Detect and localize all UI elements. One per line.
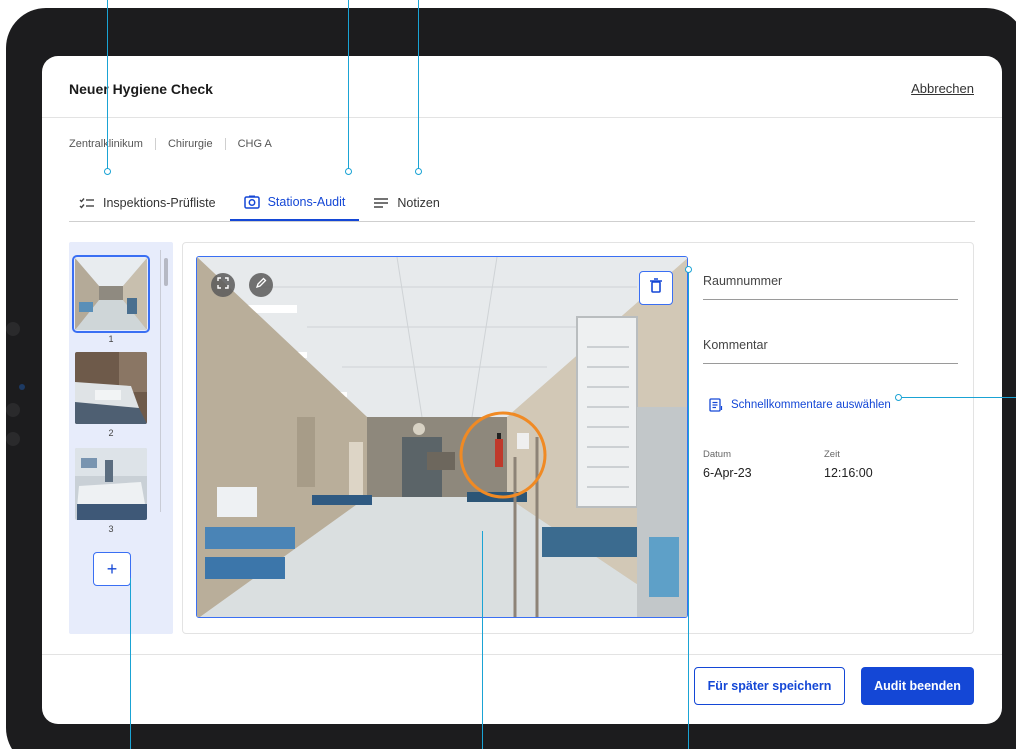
callout-dot <box>104 168 111 175</box>
app-screen: Neuer Hygiene Check Abbrechen Zentralkli… <box>42 56 1002 724</box>
callout-line <box>418 0 419 170</box>
photo-thumbnail[interactable] <box>75 448 147 520</box>
photo-thumbnail-panel: 1 2 3 + <box>69 242 173 634</box>
camera-icon <box>243 195 260 209</box>
breadcrumb-item[interactable]: CHG A <box>238 138 272 150</box>
notes-icon <box>373 197 389 209</box>
breadcrumb-item[interactable]: Chirurgie <box>168 138 213 150</box>
header-bar: Neuer Hygiene Check Abbrechen <box>42 56 1002 118</box>
device-side-button <box>6 322 20 336</box>
fullscreen-icon <box>217 276 229 294</box>
callout-line <box>348 0 349 170</box>
breadcrumb: Zentralklinikum Chirurgie CHG A <box>69 138 272 150</box>
add-photo-button[interactable]: + <box>93 552 131 586</box>
tab-notizen[interactable]: Notizen <box>359 184 453 221</box>
trash-icon <box>649 277 663 299</box>
callout-dot <box>415 168 422 175</box>
tab-inspektions-pruefliste[interactable]: Inspektions-Prüfliste <box>69 184 230 221</box>
callout-line <box>688 270 689 749</box>
footer-bar: Für später speichern Audit beenden <box>42 654 1002 724</box>
breadcrumb-separator <box>224 138 226 150</box>
tab-label: Stations-Audit <box>267 194 346 209</box>
time-value: 12:16:00 <box>824 466 873 480</box>
device-side-button <box>6 403 20 417</box>
bed-thumbnail-image <box>75 352 147 424</box>
audit-photo[interactable] <box>196 256 688 618</box>
time-label: Zeit <box>824 449 840 460</box>
date-value: 6-Apr-23 <box>703 466 752 480</box>
callout-line <box>130 578 131 749</box>
date-label: Datum <box>703 449 731 460</box>
device-side-button <box>6 432 20 446</box>
thumbnail-scroll-track <box>160 250 161 512</box>
tab-label: Notizen <box>397 195 440 210</box>
breadcrumb-item[interactable]: Zentralklinikum <box>69 138 143 150</box>
quick-comments-button[interactable]: Schnellkommentare auswählen <box>709 398 891 412</box>
callout-line <box>482 531 483 749</box>
comment-input[interactable] <box>703 338 958 352</box>
room-number-field[interactable] <box>703 272 958 300</box>
tab-label: Inspektions-Prüfliste <box>103 195 216 210</box>
finish-audit-button[interactable]: Audit beenden <box>861 667 974 705</box>
checklist-icon <box>79 197 95 209</box>
quick-comments-label: Schnellkommentare auswählen <box>731 399 891 411</box>
callout-line <box>902 397 1016 398</box>
tablet-device: Neuer Hygiene Check Abbrechen Zentralkli… <box>6 8 1016 749</box>
callout-dot <box>895 394 902 401</box>
room-number-input[interactable] <box>703 274 958 288</box>
edit-photo-button[interactable] <box>249 273 273 297</box>
tab-bar: Inspektions-Prüfliste Stations-Audit Not… <box>69 184 975 222</box>
photo-thumbnail[interactable] <box>72 255 150 333</box>
photo-thumbnail[interactable] <box>75 352 147 424</box>
breadcrumb-separator <box>154 138 156 150</box>
thumbnail-number: 3 <box>108 524 114 534</box>
comment-field[interactable] <box>703 336 958 364</box>
callout-line <box>107 0 108 170</box>
thumbnail-number: 2 <box>108 428 114 438</box>
tab-stations-audit[interactable]: Stations-Audit <box>229 184 360 221</box>
thumbnail-scrollbar[interactable] <box>164 258 168 286</box>
fullscreen-button[interactable] <box>211 273 235 297</box>
device-camera <box>19 384 25 390</box>
comment-list-icon <box>709 398 723 412</box>
callout-dot <box>685 266 692 273</box>
bed-thumbnail-image <box>75 448 147 520</box>
delete-photo-button[interactable] <box>639 271 673 305</box>
hospital-corridor-image <box>197 257 687 617</box>
thumbnail-number: 1 <box>108 334 114 344</box>
callout-dot <box>345 168 352 175</box>
page-title: Neuer Hygiene Check <box>69 81 213 97</box>
pencil-icon <box>255 276 267 294</box>
save-later-button[interactable]: Für später speichern <box>694 667 845 705</box>
cancel-link[interactable]: Abbrechen <box>911 81 974 96</box>
presentation-stage: Neuer Hygiene Check Abbrechen Zentralkli… <box>0 0 1016 749</box>
corridor-thumbnail-image <box>75 258 147 330</box>
